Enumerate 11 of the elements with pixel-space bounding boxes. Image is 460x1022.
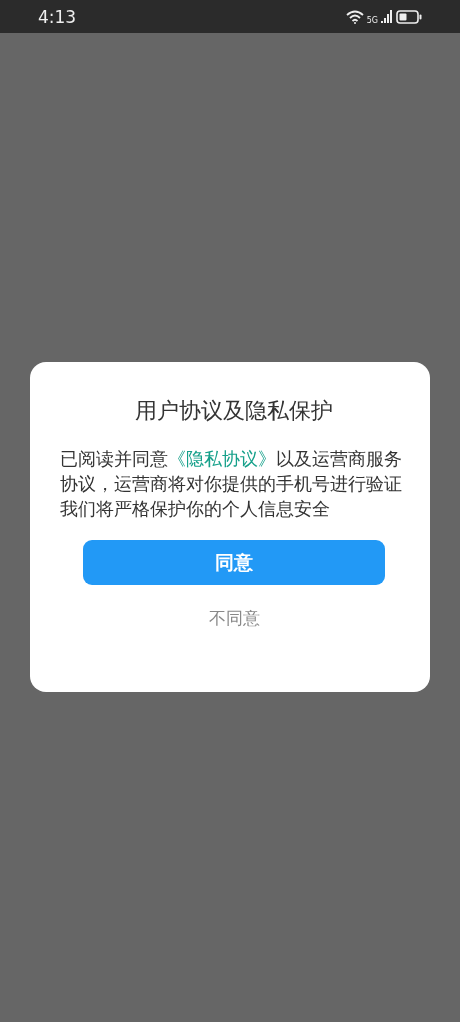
agree-button[interactable]: 同意 [83,540,385,585]
network-label: 5G [366,15,378,25]
privacy-note: 我们将严格保护你的个人信息安全 [60,497,331,521]
status-time: 4:13 [38,6,77,27]
privacy-link[interactable]: 《隐私协议》 [168,448,276,469]
signal-icon [381,10,393,23]
battery-icon [396,9,422,24]
decline-button[interactable]: 不同意 [200,603,268,634]
wifi-icon [345,9,364,24]
dialog-title: 用户协议及隐私保护 [135,397,333,425]
agreement-text: 已阅读并同意《隐私协议》以及运营商服务协议，运营商将对你提供的手机号进行验证 [60,447,403,496]
